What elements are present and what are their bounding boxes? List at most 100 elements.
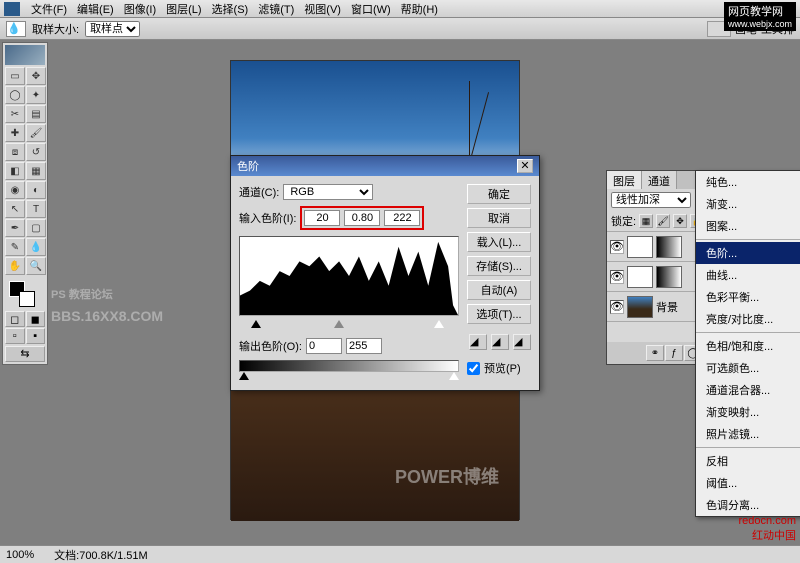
move-tool-icon[interactable]: ✥ (26, 67, 46, 85)
lasso-tool-icon[interactable]: ◯ (5, 86, 25, 104)
menu-brightness-contrast[interactable]: 亮度/对比度... (696, 308, 800, 330)
output-slider[interactable] (239, 372, 459, 382)
output-white-handle[interactable] (449, 372, 459, 380)
black-point-handle[interactable] (251, 320, 261, 328)
brush-tool-icon[interactable]: 🖌 (26, 124, 46, 142)
menu-layer[interactable]: 图层(L) (161, 1, 206, 17)
black-eyedropper-icon[interactable]: ◢ (469, 334, 487, 350)
background-color[interactable] (19, 291, 35, 307)
menu-filter[interactable]: 滤镜(T) (253, 1, 299, 17)
ok-button[interactable]: 确定 (467, 184, 531, 204)
menu-selective-color[interactable]: 可选颜色... (696, 357, 800, 379)
heal-tool-icon[interactable]: ✚ (5, 124, 25, 142)
standard-mode-icon[interactable]: ◻ (5, 311, 25, 327)
eyedropper-icon[interactable]: 💧 (6, 21, 26, 37)
eraser-tool-icon[interactable]: ◧ (5, 162, 25, 180)
preview-checkbox[interactable] (467, 362, 480, 375)
menu-window[interactable]: 窗口(W) (346, 1, 396, 17)
menu-pattern[interactable]: 图案... (696, 215, 800, 237)
input-slider[interactable] (239, 320, 459, 330)
menu-levels[interactable]: 色阶... (696, 242, 800, 264)
tab-channels[interactable]: 通道 (642, 171, 677, 189)
notes-tool-icon[interactable]: ✎ (5, 238, 25, 256)
lock-position-icon[interactable]: ✥ (673, 214, 687, 228)
crop-tool-icon[interactable]: ✂ (5, 105, 25, 123)
link-layers-icon[interactable]: ⚭ (646, 345, 664, 361)
menu-file[interactable]: 文件(F) (26, 1, 72, 17)
menu-threshold[interactable]: 阈值... (696, 472, 800, 494)
menu-hue-saturation[interactable]: 色相/饱和度... (696, 335, 800, 357)
visibility-icon[interactable]: 👁 (610, 270, 624, 284)
lock-label: 锁定: (611, 213, 636, 229)
menu-channel-mixer[interactable]: 通道混合器... (696, 379, 800, 401)
save-button[interactable]: 存储(S)... (467, 256, 531, 276)
output-gradient[interactable] (239, 360, 459, 372)
output-black-handle[interactable] (239, 372, 249, 380)
sample-size-select[interactable]: 取样点 (85, 21, 140, 37)
wand-tool-icon[interactable]: ✦ (26, 86, 46, 104)
zoom-level[interactable]: 100% (6, 549, 34, 561)
eyedropper-tool-icon[interactable]: 💧 (26, 238, 46, 256)
blend-mode-select[interactable]: 线性加深 (611, 192, 691, 208)
menu-photo-filter[interactable]: 照片滤镜... (696, 423, 800, 445)
lock-pixels-icon[interactable]: 🖌 (656, 214, 670, 228)
tab-layers[interactable]: 图层 (607, 171, 642, 189)
marquee-tool-icon[interactable]: ▭ (5, 67, 25, 85)
load-button[interactable]: 载入(L)... (467, 232, 531, 252)
cancel-button[interactable]: 取消 (467, 208, 531, 228)
menu-gradient-map[interactable]: 渐变映射... (696, 401, 800, 423)
menu-select[interactable]: 选择(S) (207, 1, 254, 17)
pen-tool-icon[interactable]: ✒ (5, 219, 25, 237)
output-white-field[interactable] (346, 338, 382, 354)
zoom-tool-icon[interactable]: 🔍 (26, 257, 46, 275)
options-bar: 💧 取样大小: 取样点 画笔 工具排 (0, 18, 800, 40)
close-icon[interactable]: ✕ (517, 159, 533, 173)
visibility-icon[interactable]: 👁 (610, 240, 624, 254)
screen-mode-1-icon[interactable]: ▫ (5, 328, 25, 344)
menu-invert[interactable]: 反相 (696, 450, 800, 472)
menu-image[interactable]: 图像(I) (119, 1, 161, 17)
gamma-handle[interactable] (334, 320, 344, 328)
history-brush-icon[interactable]: ↺ (26, 143, 46, 161)
menu-curves[interactable]: 曲线... (696, 264, 800, 286)
gradient-tool-icon[interactable]: ▦ (26, 162, 46, 180)
menu-gradient[interactable]: 渐变... (696, 193, 800, 215)
white-point-handle[interactable] (434, 320, 444, 328)
levels-dialog: 色阶 ✕ 通道(C): RGB 输入色阶(I): (230, 155, 540, 391)
layer-mask-thumb[interactable] (656, 236, 682, 258)
input-white-field[interactable] (384, 210, 420, 226)
channel-select[interactable]: RGB (283, 184, 373, 200)
menu-view[interactable]: 视图(V) (299, 1, 346, 17)
auto-button[interactable]: 自动(A) (467, 280, 531, 300)
options-button[interactable]: 选项(T)... (467, 304, 531, 324)
stamp-tool-icon[interactable]: ⧈ (5, 143, 25, 161)
dialog-titlebar[interactable]: 色阶 ✕ (231, 156, 539, 176)
gray-eyedropper-icon[interactable]: ◢ (491, 334, 509, 350)
input-black-field[interactable] (304, 210, 340, 226)
path-tool-icon[interactable]: ↖ (5, 200, 25, 218)
lock-transparency-icon[interactable]: ▦ (639, 214, 653, 228)
white-eyedropper-icon[interactable]: ◢ (513, 334, 531, 350)
quickmask-mode-icon[interactable]: ◼ (26, 311, 46, 327)
adjustment-menu: 纯色... 渐变... 图案... 色阶... 曲线... 色彩平衡... 亮度… (695, 170, 800, 517)
output-black-field[interactable] (306, 338, 342, 354)
blur-tool-icon[interactable]: ◉ (5, 181, 25, 199)
screen-mode-2-icon[interactable]: ▪ (26, 328, 46, 344)
visibility-icon[interactable]: 👁 (610, 300, 624, 314)
sample-size-label: 取样大小: (32, 21, 79, 37)
jump-to-icon[interactable]: ⇆ (5, 346, 45, 362)
watermark-forum: PS 教程论坛BBS.16XX8.COM (51, 281, 163, 327)
layer-mask-thumb[interactable] (656, 266, 682, 288)
layer-style-icon[interactable]: ƒ (665, 345, 683, 361)
slice-tool-icon[interactable]: ▤ (26, 105, 46, 123)
menu-solid-color[interactable]: 纯色... (696, 171, 800, 193)
color-swatches[interactable] (5, 279, 45, 309)
dodge-tool-icon[interactable]: ◐ (26, 181, 46, 199)
hand-tool-icon[interactable]: ✋ (5, 257, 25, 275)
menu-help[interactable]: 帮助(H) (396, 1, 443, 17)
type-tool-icon[interactable]: T (26, 200, 46, 218)
shape-tool-icon[interactable]: ▢ (26, 219, 46, 237)
menu-edit[interactable]: 编辑(E) (72, 1, 119, 17)
menu-color-balance[interactable]: 色彩平衡... (696, 286, 800, 308)
input-gamma-field[interactable] (344, 210, 380, 226)
